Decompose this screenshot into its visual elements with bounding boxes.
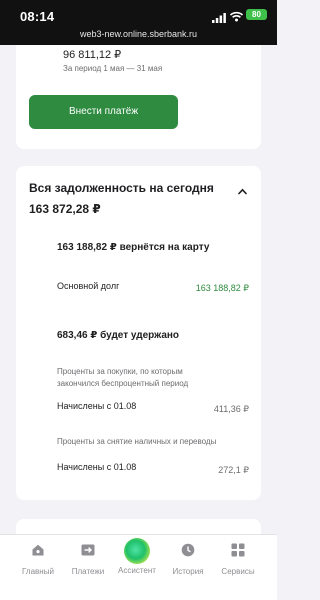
main-debt-value: 163 188,82 ₽ bbox=[195, 283, 249, 293]
status-time: 08:14 bbox=[20, 9, 55, 24]
home-icon bbox=[13, 543, 63, 561]
main-debt-label: Основной долг bbox=[57, 281, 120, 291]
purchases-charged-value: 411,36 ₽ bbox=[213, 404, 249, 414]
statement-amount: 96 811,12 ₽ bbox=[63, 49, 122, 61]
tab-assistant[interactable]: Ассистент bbox=[112, 538, 162, 575]
statement-card bbox=[16, 38, 261, 149]
refund-to-card: 163 188,82 ₽ вернётся на карту bbox=[57, 242, 210, 253]
tab-home-label: Главный bbox=[22, 567, 54, 576]
tab-assistant-label: Ассистент bbox=[118, 566, 156, 575]
tab-payments[interactable]: Платежи bbox=[63, 543, 113, 576]
assistant-orb-icon bbox=[124, 538, 150, 564]
tab-history[interactable]: История bbox=[163, 543, 213, 576]
cash-charged-label: Начислены с 01.08 bbox=[57, 462, 137, 472]
cellular-signal-icon bbox=[212, 10, 226, 28]
history-clock-icon bbox=[163, 543, 213, 561]
debt-title: Вся задолженность на сегодня bbox=[29, 181, 214, 195]
services-grid-icon bbox=[213, 543, 263, 561]
statement-period: За период 1 мая — 31 мая bbox=[63, 64, 163, 73]
browser-url[interactable]: web3-new.online.sberbank.ru bbox=[0, 28, 277, 45]
make-payment-button[interactable]: Внести платёж bbox=[29, 95, 178, 129]
withheld-amount: 683,46 ₽ будет удержано bbox=[57, 330, 180, 341]
tab-home[interactable]: Главный bbox=[13, 543, 63, 576]
bottom-tab-bar: Главный Платежи Ассистент История Сервис… bbox=[0, 534, 277, 600]
cash-interest-note: Проценты за снятие наличных и переводы bbox=[57, 437, 217, 446]
tab-history-label: История bbox=[172, 567, 204, 576]
status-bar: 08:14 80 bbox=[0, 0, 277, 28]
tab-services-label: Сервисы bbox=[221, 567, 255, 576]
wifi-icon bbox=[229, 9, 244, 27]
purchases-charged-label: Начислены с 01.08 bbox=[57, 401, 137, 411]
tab-payments-label: Платежи bbox=[71, 567, 105, 576]
debt-total: 163 872,28 ₽ bbox=[29, 202, 101, 216]
payments-icon bbox=[63, 543, 113, 561]
tab-services[interactable]: Сервисы bbox=[213, 543, 263, 576]
battery-icon: 80 bbox=[246, 9, 267, 20]
cash-charged-value: 272,1 ₽ bbox=[218, 465, 249, 475]
chevron-up-icon[interactable] bbox=[238, 182, 247, 200]
purchases-interest-note: Проценты за покупки, по которым закончил… bbox=[57, 367, 189, 388]
